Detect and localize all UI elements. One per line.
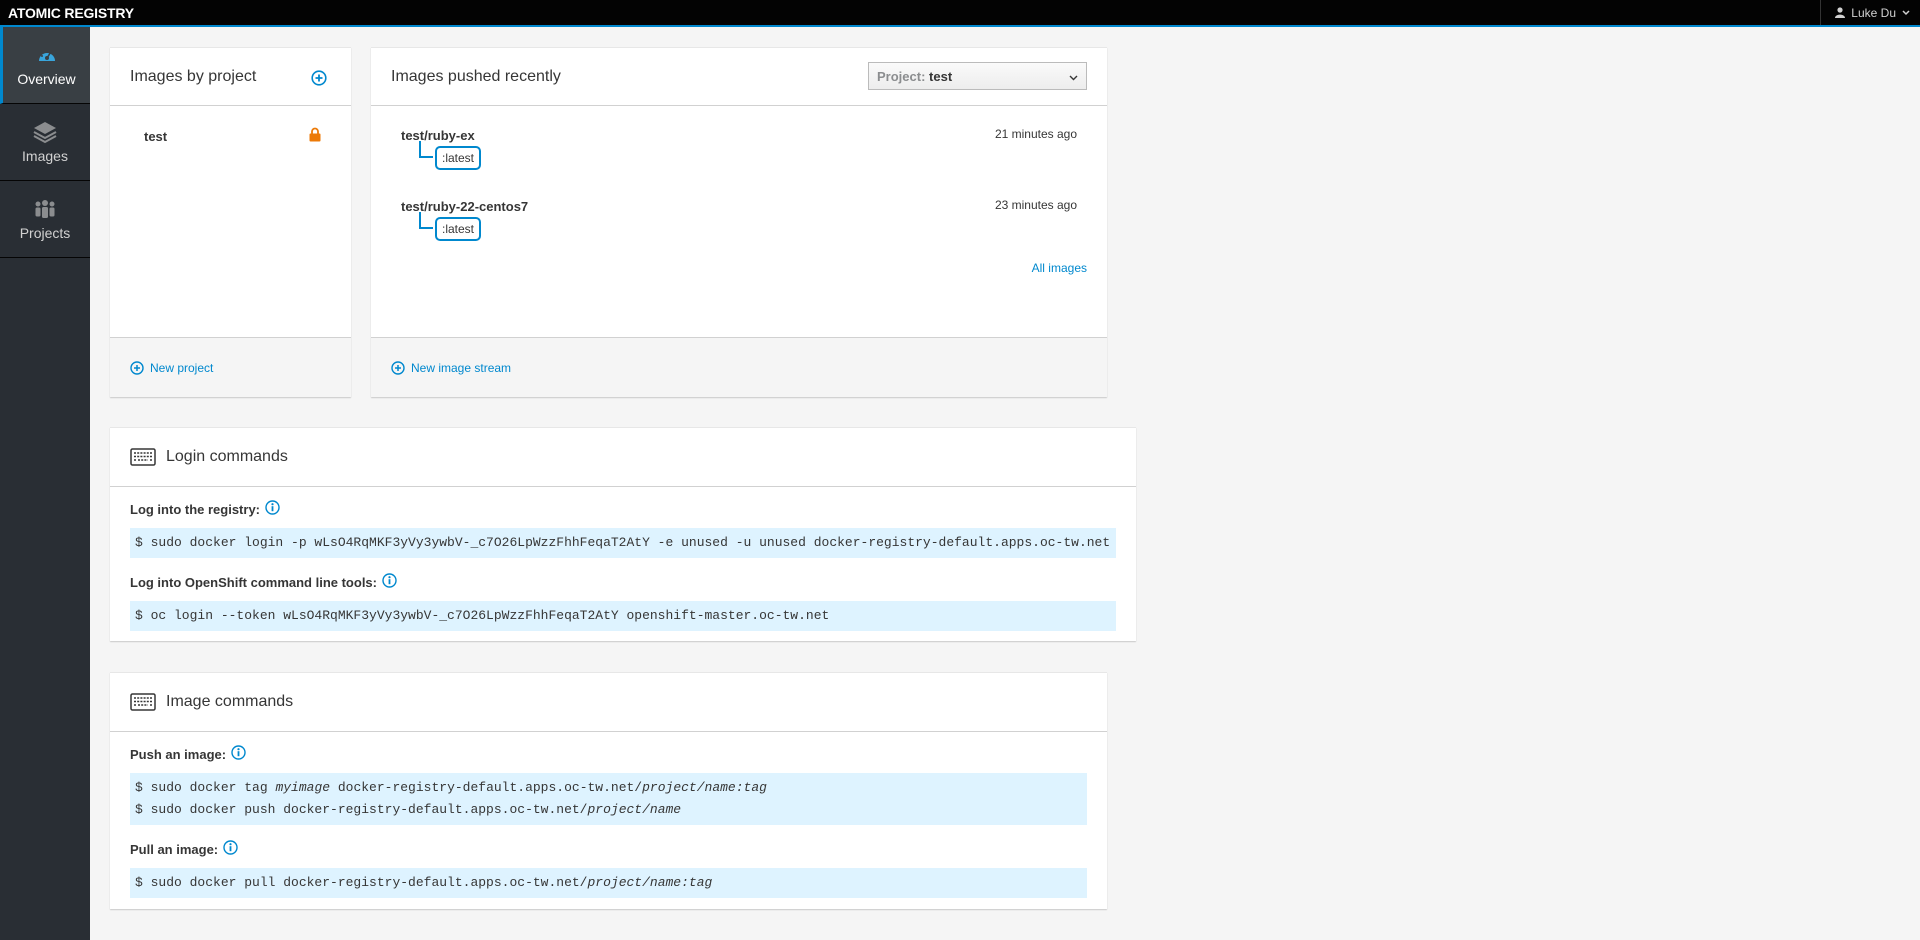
card-title: Images by project [130,67,257,85]
new-image-stream-label: New image stream [411,360,512,375]
card-header: Images pushed recently Project: test [371,48,1107,106]
chevron-down-icon [1069,69,1078,84]
layers-icon [32,120,58,144]
pull-image-label: Pull an image: [130,841,219,857]
command-text: $ sudo docker tag [135,780,276,795]
command-placeholder: project/name:tag [642,780,767,795]
new-project-link[interactable]: New project [130,361,213,375]
project-select[interactable]: Project: test [868,62,1087,90]
card-body: Log into the registry: $ sudo docker log… [110,487,1136,631]
command-placeholder: myimage [275,780,331,795]
users-icon [33,197,57,221]
command-text: $ sudo docker push docker-registry-defau… [135,802,588,817]
top-navbar: ATOMIC REGISTRY Luke Du [0,0,1920,27]
lock-icon [309,127,321,145]
command-placeholder: project/name:tag [587,875,713,890]
tag-connector [419,212,433,229]
oc-login-label: Log into OpenShift command line tools: [130,574,377,590]
oc-login-command[interactable]: $ oc login --token wLsO4RqMKF3yVy3ywbV-_… [130,601,1116,631]
image-name[interactable]: test/ruby-ex [401,128,475,143]
registry-login-command[interactable]: $ sudo docker login -p wLsO4RqMKF3yVy3yw… [130,528,1116,558]
sidebar-item-label: Overview [17,71,76,87]
card-header: Login commands [110,428,1136,487]
user-menu[interactable]: Luke Du [1820,0,1920,25]
keyboard-icon [130,693,156,711]
card-footer: New image stream [371,337,1107,397]
command-label: Pull an image: [130,839,1087,859]
add-circle-icon [130,360,144,375]
command-text: $ sudo docker pull docker-registry-defau… [135,875,588,890]
dashboard-icon [37,43,57,67]
info-icon[interactable] [231,745,246,763]
project-select-label: Project: [877,68,926,84]
info-icon[interactable] [265,500,280,518]
user-name: Luke Du [1851,5,1896,20]
command-label: Log into OpenShift command line tools: [130,572,1116,592]
new-image-stream-link[interactable]: New image stream [391,361,511,375]
info-icon[interactable] [382,573,397,591]
image-timestamp: 23 minutes ago [994,198,1077,212]
push-image-label: Push an image: [130,746,227,762]
info-icon[interactable] [223,840,238,858]
sidebar: Overview Images Projects [0,27,90,940]
keyboard-icon [130,448,156,466]
card-body: Push an image: $ sudo docker tag myimage… [110,732,1107,898]
image-list-item: test/ruby-ex 21 minutes ago :latest [401,127,1077,187]
card-title: Image commands [166,693,294,710]
card-title: Images pushed recently [391,67,561,85]
registry-login-label: Log into the registry: [130,501,260,517]
project-select-value: test [929,68,953,84]
push-image-command[interactable]: $ sudo docker tag myimage docker-registr… [130,773,1087,825]
card-title: Login commands [166,448,288,465]
pull-image-command[interactable]: $ sudo docker pull docker-registry-defau… [130,868,1087,898]
image-tag[interactable]: :latest [435,146,482,170]
project-name[interactable]: test [144,129,167,144]
command-label: Log into the registry: [130,499,1116,519]
sidebar-item-projects[interactable]: Projects [0,181,90,258]
images-by-project-card: Images by project test New project [110,47,351,397]
user-icon [1835,7,1846,18]
sidebar-item-label: Images [22,148,68,164]
all-images-link[interactable]: All images [1032,261,1087,275]
chevron-down-icon [1902,9,1910,16]
command-text: docker-registry-default.apps.oc-tw.net/ [330,780,643,795]
image-list-item: test/ruby-22-centos7 23 minutes ago :lat… [401,198,1077,258]
sidebar-item-label: Projects [19,225,71,241]
card-header: Images by project [110,48,351,106]
card-header: Image commands [110,673,1107,732]
tag-connector [419,141,433,158]
command-label: Push an image: [130,744,1087,764]
login-commands-card: Login commands Log into the registry: $ … [110,427,1136,641]
card-footer: New project [110,337,351,397]
add-circle-icon[interactable] [311,70,327,89]
command-placeholder: project/name [587,802,682,817]
sidebar-item-images[interactable]: Images [0,104,90,181]
add-circle-icon [391,360,405,375]
project-list-item[interactable]: test [144,127,321,145]
image-timestamp: 21 minutes ago [994,127,1077,141]
sidebar-item-overview[interactable]: Overview [0,27,90,104]
image-tag[interactable]: :latest [435,217,482,241]
brand-logo[interactable]: ATOMIC REGISTRY [8,5,134,21]
image-commands-card: Image commands Push an image: $ sudo doc… [110,672,1107,909]
new-project-label: New project [150,360,214,375]
images-pushed-recently-card: Images pushed recently Project: test tes… [371,47,1107,397]
